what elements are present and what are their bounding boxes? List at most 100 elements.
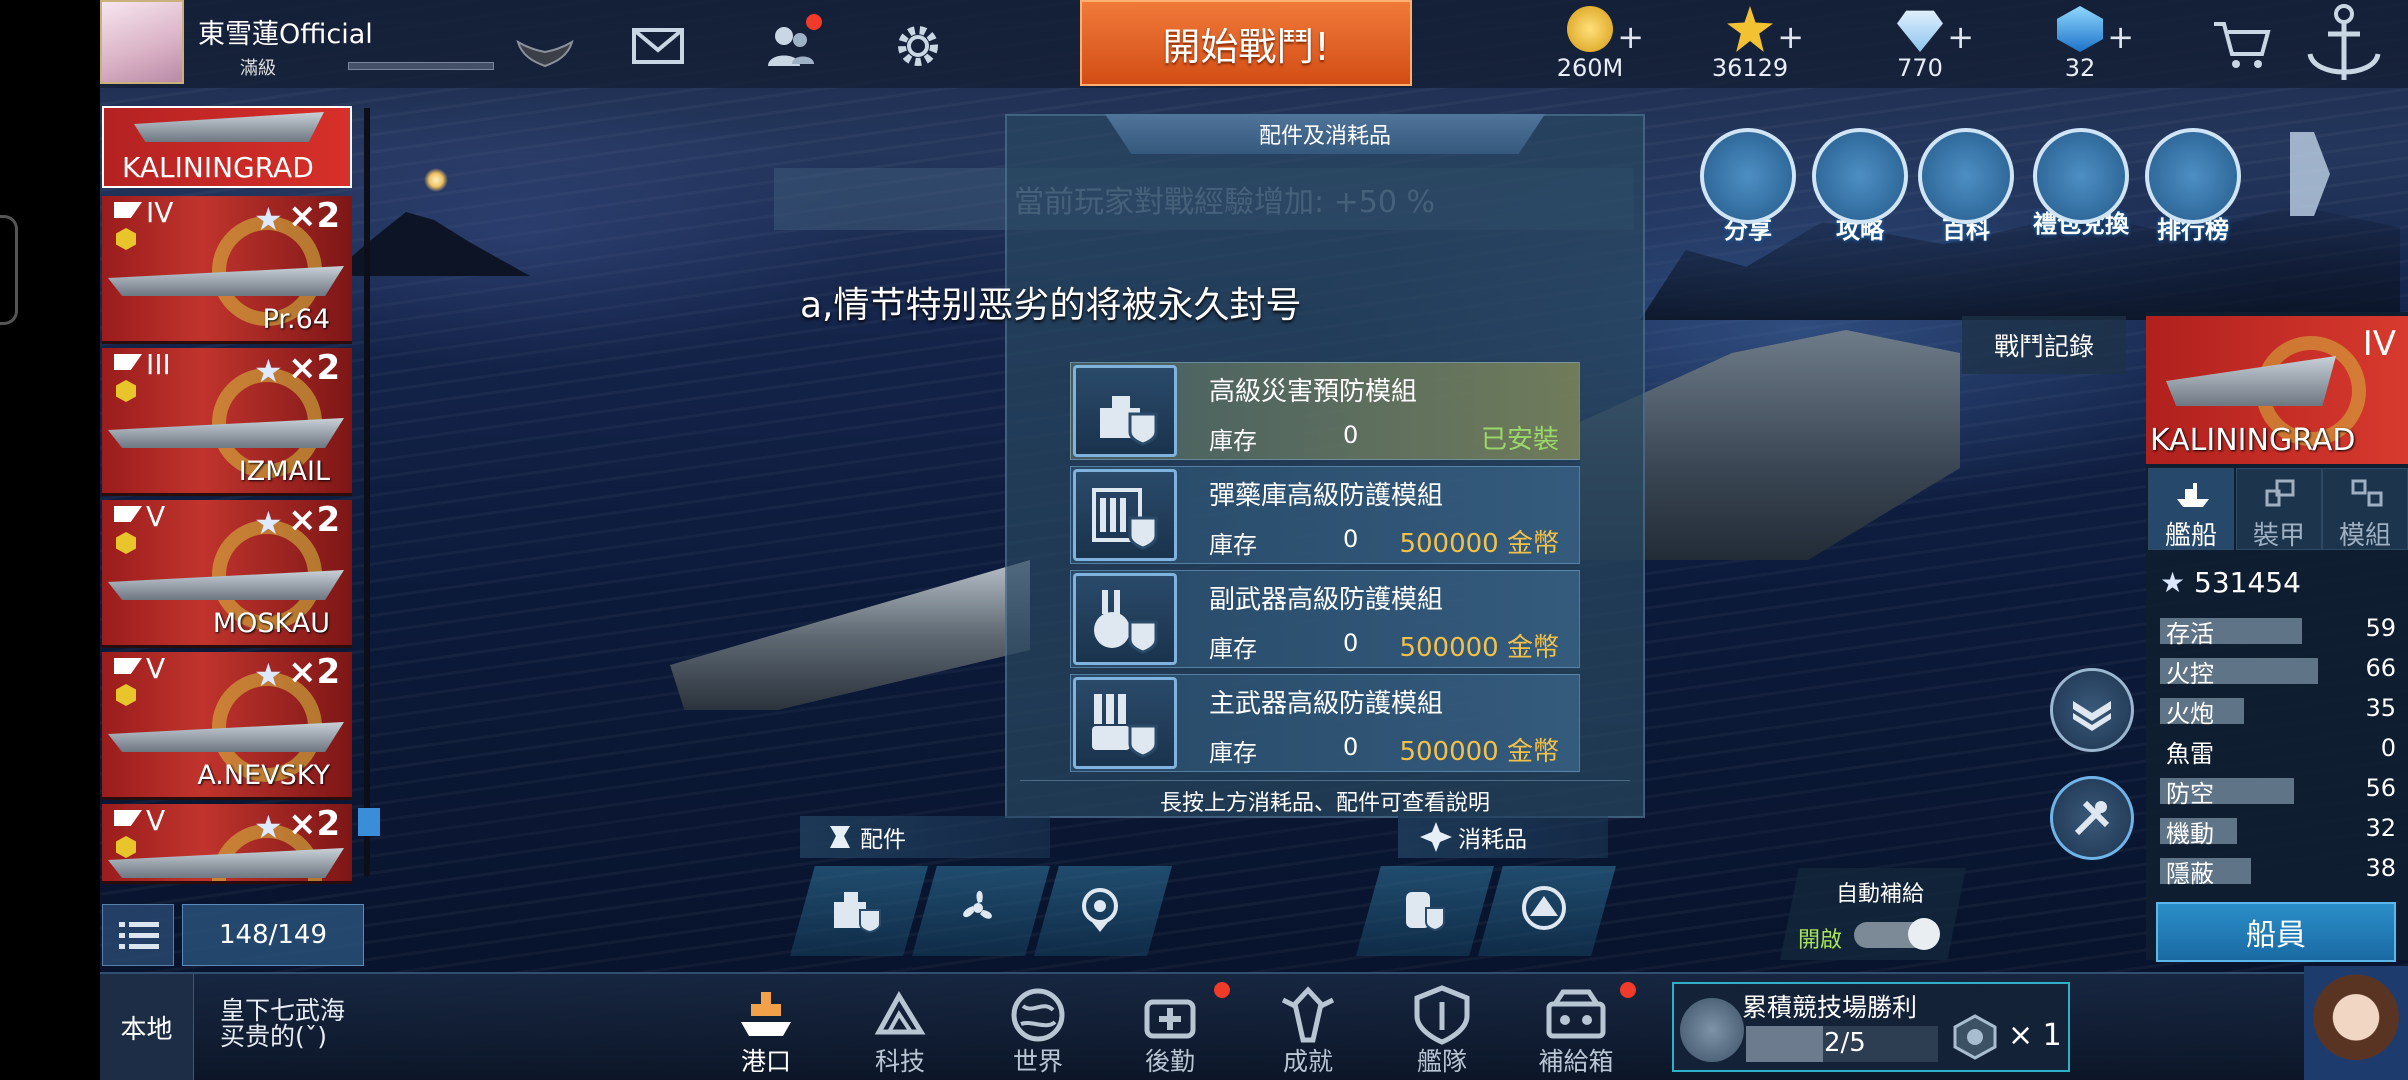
rank-medal-icon [116, 380, 136, 402]
ship-name: A.NEVSKY [197, 760, 330, 791]
ship-info-tier: IV [2362, 324, 2396, 364]
ship-card[interactable]: III ★ ×2 IZMAIL [102, 348, 352, 496]
accessories-tab[interactable]: 配件 [800, 816, 1050, 858]
stat-label: 機動 [2166, 820, 2214, 848]
crew-button[interactable]: 船員 [2156, 902, 2396, 962]
targeting-module-icon [1082, 888, 1118, 932]
nav-logistics[interactable]: 後勤 [1118, 984, 1222, 1078]
propeller-icon [963, 890, 992, 919]
stock-label: 庫存 [1209, 427, 1257, 455]
stock-value: 0 [1343, 421, 1359, 449]
stock-value: 0 [1343, 733, 1359, 761]
cruiser-class-icon [114, 658, 142, 674]
stock-value: 0 [1343, 525, 1359, 553]
gift-redeem-button[interactable]: 禮包兌換 [2026, 128, 2136, 238]
add-gold-icon[interactable]: + [1617, 18, 1644, 56]
consumable-item[interactable]: 彈藥庫高級防護模組 庫存 0 500000 金幣 [1070, 466, 1580, 564]
battle-log-button[interactable]: 戰鬥記錄 [1962, 316, 2126, 374]
merit-resource[interactable]: 36129 + [1690, 4, 1810, 84]
add-diamond-icon[interactable]: + [1947, 18, 1974, 56]
crystal-resource[interactable]: 32 + [2020, 4, 2140, 84]
panel-hint: 長按上方消耗品、配件可查看說明 [1020, 780, 1630, 820]
arena-emblem-icon [1680, 998, 1744, 1062]
auto-supply-toggle[interactable]: 自動補給 開啟 [1780, 868, 1966, 960]
gold-resource[interactable]: 260M + [1530, 4, 1650, 84]
consumable-item[interactable]: 主武器高級防護模組 庫存 0 500000 金幣 [1070, 674, 1580, 772]
settings-gear-icon[interactable] [890, 18, 946, 74]
ship-combat-score: ★ 531454 [2160, 566, 2301, 599]
leaderboard-icon [2145, 128, 2241, 224]
leaderboard-button[interactable]: 排行榜 [2138, 128, 2248, 245]
nav-tech[interactable]: 科技 [848, 984, 952, 1078]
nav-harbor[interactable]: 港口 [714, 984, 818, 1078]
diamond-resource[interactable]: 770 + [1860, 4, 1980, 84]
fleet-rank-button[interactable] [2050, 668, 2134, 752]
repair-kit-icon [1406, 892, 1445, 932]
stock-value: 0 [1343, 629, 1359, 657]
ship-card[interactable]: IV ★ ×2 Pr.64 [102, 196, 352, 344]
add-crystal-icon[interactable]: + [2107, 18, 2134, 56]
armor-tab-icon [2265, 479, 2295, 507]
chat-preview[interactable]: 皇下七武海 买贵的(ˇ) [220, 998, 345, 1050]
stat-label: 隱蔽 [2166, 860, 2214, 888]
anchor-icon[interactable] [2300, 0, 2388, 88]
chat-line: 皇下七武海 [220, 996, 346, 1025]
share-icon [1700, 128, 1796, 224]
share-button[interactable]: 分享 [1696, 128, 1800, 245]
nav-supply-box-label: 補給箱 [1538, 1047, 1614, 1076]
encyclopedia-button[interactable]: 百科 [1914, 128, 2018, 245]
player-avatar[interactable] [100, 0, 184, 84]
tab-ship[interactable]: 艦船 [2148, 468, 2234, 551]
selected-ship-card[interactable]: KALININGRAD [102, 106, 352, 188]
arena-progress-text: 2/5 [1824, 1028, 1866, 1058]
consumable-item[interactable]: 高級災害預防模組 庫存 0 已安裝 [1070, 362, 1580, 460]
nav-fleet[interactable]: 艦隊 [1390, 984, 1494, 1078]
gold-coin-icon [1567, 6, 1613, 52]
tab-armor[interactable]: 裝甲 [2236, 468, 2322, 551]
mail-icon[interactable] [630, 18, 686, 74]
logistics-icon [1144, 999, 1196, 1039]
nav-supply-box[interactable]: 補給箱 [1524, 984, 1628, 1078]
add-merit-icon[interactable]: + [1777, 18, 1804, 56]
blue-crystal-icon [2057, 6, 2103, 52]
auto-supply-state: 開啟 [1798, 928, 1843, 953]
stat-value: 32 [2365, 814, 2396, 842]
ship-list-scrollbar[interactable] [364, 108, 370, 876]
supply-box-icon [1546, 989, 1606, 1039]
rank-medal-icon [116, 836, 136, 858]
ship-tab-icon [2177, 483, 2209, 507]
ship-list-scroll-thumb[interactable] [358, 808, 380, 836]
ship-card[interactable]: V ★ ×2 [102, 804, 352, 884]
list-view-button[interactable] [102, 904, 174, 966]
guide-button[interactable]: 攻略 [1808, 128, 1912, 245]
ship-card[interactable]: V ★ ×2 A.NEVSKY [102, 652, 352, 800]
nav-achievement[interactable]: 成就 [1256, 984, 1360, 1078]
tab-module[interactable]: 模組 [2322, 468, 2408, 551]
destroyer-class-icon [114, 202, 142, 218]
repair-tools-button[interactable] [2050, 776, 2134, 860]
auto-supply-label: 自動補給 [1836, 882, 1925, 907]
ship-card[interactable]: V ★ ×2 MOSKAU [102, 500, 352, 648]
toggle-knob [1908, 918, 1940, 950]
wrench-hammer-icon [2074, 800, 2110, 836]
lighthouse [424, 168, 448, 192]
adjutant-portrait[interactable] [2304, 966, 2408, 1080]
shop-cart-icon[interactable] [2210, 16, 2274, 72]
stat-value: 0 [2380, 734, 2396, 762]
arena-wins-task[interactable]: 累積競技場勝利 2/5 × 1 [1672, 982, 2070, 1072]
rank-wings-icon[interactable] [516, 40, 574, 68]
chat-channel-local[interactable]: 本地 [100, 974, 194, 1080]
ship-tier: V [146, 652, 166, 685]
consumable-item[interactable]: 副武器高級防護模組 庫存 0 500000 金幣 [1070, 570, 1580, 668]
item-name: 主武器高級防護模組 [1209, 689, 1444, 719]
exp-star-icon: ★ [254, 808, 283, 846]
exp-star-icon: ★ [254, 656, 283, 694]
rank-medal-icon [116, 684, 136, 706]
nav-world[interactable]: 世界 [986, 984, 1090, 1078]
reward-quantity: × 1 [2008, 1018, 2062, 1053]
stat-value: 66 [2365, 654, 2396, 682]
start-battle-button[interactable]: 開始戰鬥! [1080, 0, 1412, 86]
rank-medal-icon [116, 228, 136, 250]
consumables-tab-label: 消耗品 [1458, 827, 1527, 853]
consumables-tab[interactable]: 消耗品 [1398, 816, 1608, 858]
